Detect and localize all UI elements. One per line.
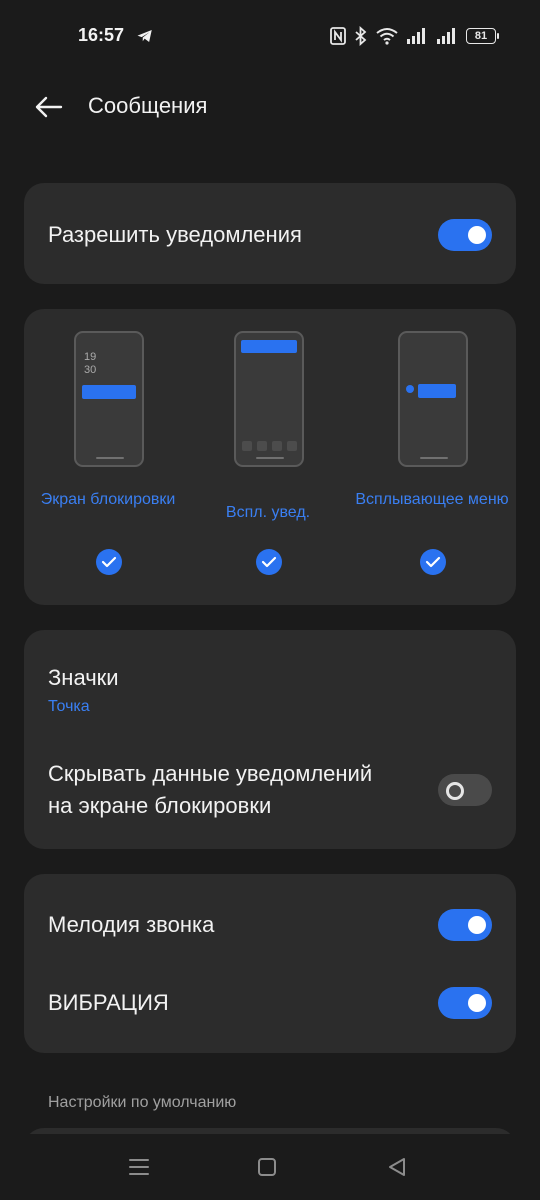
badges-card: Значки Точка Скрывать данные уведомлений…	[24, 630, 516, 849]
style-label-banner: Вспл. увед.	[225, 504, 311, 521]
vibration-toggle[interactable]	[438, 987, 492, 1019]
home-square-icon	[258, 1158, 276, 1176]
check-icon[interactable]	[96, 549, 122, 575]
preview-notification-bar	[82, 385, 136, 399]
ringtone-toggle[interactable]	[438, 909, 492, 941]
style-option-floating-menu[interactable]: Всплывающее меню	[352, 309, 512, 605]
preview-home-indicator	[256, 457, 284, 459]
hide-content-row[interactable]: Скрывать данные уведомлений на экране бл…	[48, 758, 492, 822]
defaults-section-caption: Настройки по умолчанию	[48, 1094, 237, 1111]
style-label-floating-menu: Всплывающее меню	[355, 491, 509, 508]
toggle-knob	[446, 782, 464, 800]
arrow-left-icon	[35, 96, 63, 118]
notification-styles-card: 19 30 Экран блокировки Вспл. увед. Всплы…	[24, 309, 516, 605]
sound-card: Мелодия звонка ВИБРАЦИЯ	[24, 874, 516, 1053]
badges-value: Точка	[48, 698, 90, 715]
vibration-row[interactable]: ВИБРАЦИЯ	[48, 987, 492, 1019]
page-title: Сообщения	[88, 93, 208, 118]
back-triangle-icon	[389, 1158, 405, 1176]
preview-home-indicator	[96, 457, 124, 459]
preview-clock-hours: 19	[84, 351, 97, 363]
preview-app-icon	[257, 441, 267, 451]
home-button[interactable]	[252, 1154, 282, 1180]
banner-preview	[234, 331, 304, 467]
toggle-knob	[468, 226, 486, 244]
battery-level: 81	[474, 30, 488, 42]
badges-row[interactable]: Значки Точка	[48, 662, 119, 716]
back-nav-button[interactable]	[382, 1154, 412, 1180]
ringtone-row[interactable]: Мелодия звонка	[48, 909, 492, 941]
ringtone-label: Мелодия звонка	[48, 912, 215, 937]
preview-clock: 19 30	[84, 351, 96, 377]
signal-icon	[437, 28, 455, 44]
badges-label: Значки	[48, 665, 119, 690]
wifi-icon	[376, 28, 398, 45]
allow-notifications-card: Разрешить уведомления	[24, 183, 516, 284]
allow-notifications-toggle[interactable]	[438, 219, 492, 251]
preview-app-icon	[287, 441, 297, 451]
vibration-label: ВИБРАЦИЯ	[48, 990, 169, 1015]
hide-content-toggle[interactable]	[438, 774, 492, 806]
toggle-knob	[468, 994, 486, 1012]
toggle-knob	[468, 916, 486, 934]
style-option-banner[interactable]: Вспл. увед.	[188, 309, 348, 605]
style-option-lock-screen[interactable]: 19 30 Экран блокировки	[28, 309, 188, 605]
battery-icon: 81	[466, 28, 499, 44]
hide-content-label: Скрывать данные уведомлений на экране бл…	[48, 758, 372, 822]
preview-clock-minutes: 30	[84, 364, 97, 376]
hide-content-label-line1: Скрывать данные уведомлений	[48, 761, 373, 786]
menu-icon	[129, 1159, 149, 1175]
allow-notifications-row[interactable]: Разрешить уведомления	[48, 219, 492, 251]
menu-button[interactable]	[124, 1154, 154, 1180]
lock-screen-preview: 19 30	[74, 331, 144, 467]
allow-notifications-label: Разрешить уведомления	[48, 222, 302, 247]
preview-app-icon	[242, 441, 252, 451]
preview-app-icon	[272, 441, 282, 451]
back-button[interactable]	[28, 90, 68, 124]
preview-floating-dot	[406, 385, 414, 393]
floating-menu-preview	[398, 331, 468, 467]
bluetooth-icon	[355, 26, 367, 46]
hide-content-label-line2: на экране блокировки	[48, 793, 272, 818]
navigation-bar	[0, 1134, 540, 1200]
style-label-lock-screen: Экран блокировки	[40, 491, 176, 508]
telegram-icon	[137, 30, 152, 42]
check-icon[interactable]	[256, 549, 282, 575]
preview-floating-bar	[418, 384, 456, 398]
preview-home-indicator	[420, 457, 448, 459]
status-time: 16:57	[78, 25, 125, 45]
preview-banner-bar	[241, 340, 297, 353]
check-icon[interactable]	[420, 549, 446, 575]
nfc-icon	[330, 27, 346, 45]
status-bar: 16:57 81	[0, 0, 540, 72]
status-icons: 81	[330, 24, 499, 48]
signal-icon	[407, 28, 425, 44]
header: Сообщения	[0, 72, 540, 142]
